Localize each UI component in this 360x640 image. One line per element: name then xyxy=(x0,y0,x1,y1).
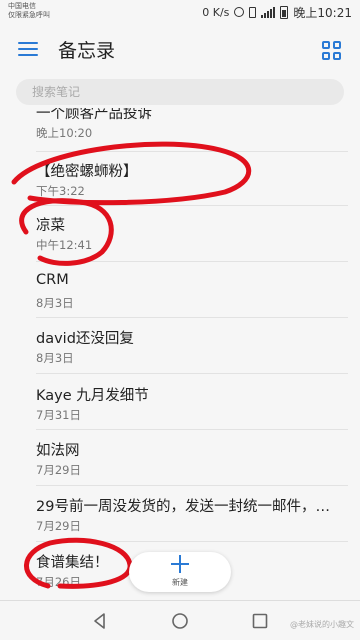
search-bar xyxy=(16,79,344,105)
alarm-icon xyxy=(234,7,245,17)
note-date: 8月3日 xyxy=(36,351,74,365)
divider xyxy=(36,261,348,262)
note-date: 7月29日 xyxy=(36,519,81,533)
status-icons: 0 K/s 晚上10:21 xyxy=(202,4,352,20)
divider xyxy=(36,485,348,486)
note-title: 29号前一周没发货的，发送一封统一邮件，… xyxy=(36,499,330,515)
list-item[interactable]: david还没回复 8月3日 xyxy=(36,327,346,387)
list-item[interactable]: Kaye 九月发细节 7月31日 xyxy=(36,384,346,444)
note-date: 7月29日 xyxy=(36,463,81,477)
note-date: 8月3日 xyxy=(36,296,74,310)
note-title: 【绝密螺蛳粉】 xyxy=(36,164,138,180)
divider xyxy=(36,317,348,318)
note-title: 食谱集结！ xyxy=(36,555,109,571)
signal-icon xyxy=(261,6,276,18)
list-item[interactable]: 凉菜 中午12:41 xyxy=(36,214,346,274)
note-title: Kaye 九月发细节 xyxy=(36,388,149,404)
new-note-button[interactable]: 新建 xyxy=(129,552,231,592)
note-title: 凉菜 xyxy=(36,218,65,234)
note-title: CRM xyxy=(36,272,69,288)
system-nav-bar: @老妹说的小趣文 xyxy=(0,600,360,640)
note-title: david还没回复 xyxy=(36,331,134,347)
home-icon[interactable] xyxy=(170,611,190,631)
vibrate-icon xyxy=(249,6,257,18)
note-date: 下午3:22 xyxy=(36,184,85,198)
search-input[interactable] xyxy=(16,79,332,105)
page-title: 备忘录 xyxy=(58,40,116,62)
note-title: 如法网 xyxy=(36,443,80,459)
recent-apps-icon[interactable] xyxy=(250,611,270,631)
list-item[interactable]: CRM 8月3日 xyxy=(36,272,346,332)
clock: 晚上10:21 xyxy=(293,5,352,20)
notes-list: 一个顾客产品投诉 晚上10:20 【绝密螺蛳粉】 下午3:22 凉菜 中午12:… xyxy=(0,108,360,596)
plus-icon xyxy=(171,555,189,573)
carrier-name: 中国电信 xyxy=(8,2,36,10)
note-date: 中午12:41 xyxy=(36,238,93,252)
status-bar: 中国电信 仅限紧急呼叫 0 K/s 晚上10:21 xyxy=(0,0,360,26)
watermark: @老妹说的小趣文 xyxy=(290,620,354,629)
list-item[interactable]: 如法网 7月29日 xyxy=(36,439,346,499)
grid-view-icon[interactable] xyxy=(322,41,342,61)
battery-icon xyxy=(280,5,289,19)
divider xyxy=(36,373,348,374)
network-speed: 0 K/s xyxy=(202,5,230,19)
divider xyxy=(36,541,348,542)
app-bar: 备忘录 xyxy=(0,26,360,74)
divider xyxy=(36,151,348,152)
menu-icon[interactable] xyxy=(18,41,38,57)
back-icon[interactable] xyxy=(90,611,110,631)
list-item[interactable]: 【绝密螺蛳粉】 下午3:22 xyxy=(36,160,346,220)
divider xyxy=(36,205,348,206)
note-date: 晚上10:20 xyxy=(36,126,93,140)
note-date: 7月31日 xyxy=(36,408,81,422)
note-title: 一个顾客产品投诉 xyxy=(36,108,152,122)
carrier-info: 中国电信 仅限紧急呼叫 xyxy=(8,2,50,20)
divider xyxy=(36,429,348,430)
list-item[interactable]: 一个顾客产品投诉 晚上10:20 xyxy=(36,108,346,162)
note-date: 7月26日 xyxy=(36,575,81,589)
emergency-only-text: 仅限紧急呼叫 xyxy=(8,11,50,19)
list-item[interactable]: 29号前一周没发货的，发送一封统一邮件，… 7月29日 xyxy=(36,495,346,555)
new-note-label: 新建 xyxy=(172,578,188,587)
